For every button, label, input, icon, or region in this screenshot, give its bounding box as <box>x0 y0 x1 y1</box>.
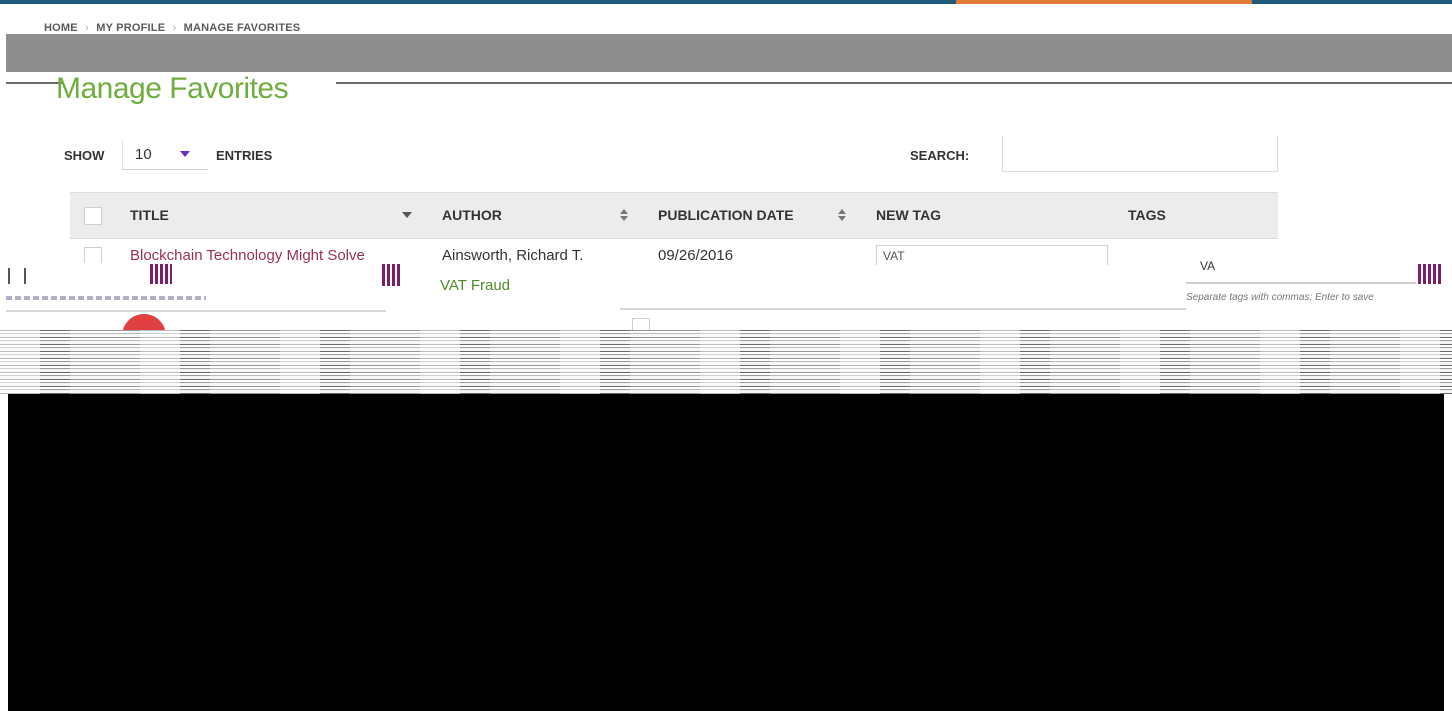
row-checkbox[interactable] <box>632 318 650 330</box>
row-checkbox[interactable] <box>84 247 102 263</box>
glitch-bars <box>150 264 172 284</box>
entries-label: ENTRIES <box>216 148 273 163</box>
tag-pill[interactable]: VAT Fraud <box>440 277 510 294</box>
tag-value: VA <box>1200 259 1216 273</box>
table-controls: SHOW 10 ENTRIES SEARCH: <box>64 136 1278 174</box>
column-header-author[interactable]: AUTHOR <box>442 207 502 223</box>
row-author: Ainsworth, Richard T. <box>442 247 584 264</box>
breadcrumb-separator: › <box>172 22 177 34</box>
glitch-line <box>6 310 386 312</box>
row-title-link[interactable]: Blockchain Technology Might Solve <box>130 247 422 264</box>
sort-icon[interactable] <box>620 209 628 221</box>
search-input[interactable] <box>1002 136 1278 172</box>
column-header-tags: TAGS <box>1128 207 1166 223</box>
column-header-title[interactable]: TITLE <box>130 207 169 223</box>
row-title-cell: Blockchain Technology Might Solve <box>130 247 422 268</box>
sort-icon[interactable] <box>838 209 846 221</box>
show-label: SHOW <box>64 148 105 163</box>
entries-select[interactable]: 10 <box>122 140 208 170</box>
title-rule-right <box>336 82 1452 84</box>
breadcrumb-separator: › <box>85 22 89 34</box>
glitch-bars <box>1418 264 1442 284</box>
top-accent-bar <box>0 0 1452 4</box>
page-title: Manage Favorites <box>56 72 289 105</box>
glitch-tick <box>24 268 26 284</box>
glitch-bars <box>382 264 402 286</box>
glitch-line <box>620 308 1186 310</box>
glitch-text-smear <box>6 296 206 300</box>
column-header-publication-date[interactable]: PUBLICATION DATE <box>658 207 794 223</box>
top-accent-highlight <box>956 0 1252 4</box>
table-row: Blockchain Technology Might Solve Ainswo… <box>70 238 1278 265</box>
chevron-down-icon <box>180 151 190 157</box>
title-rule-left <box>6 82 62 84</box>
new-tag-input[interactable] <box>876 245 1108 265</box>
tag-input-underline <box>1186 282 1416 284</box>
column-header-new-tag: NEW TAG <box>876 207 942 223</box>
search-label: SEARCH: <box>910 148 970 163</box>
unrendered-region <box>8 394 1444 711</box>
entries-select-value: 10 <box>135 146 152 163</box>
breadcrumb-current: MANAGE FAVORITES <box>183 22 301 34</box>
glitch-tick <box>8 268 10 284</box>
breadcrumb: HOME › MY PROFILE › MANAGE FAVORITES <box>44 22 300 34</box>
sort-descending-icon[interactable] <box>402 212 412 218</box>
glitch-row <box>0 266 1452 282</box>
render-glitch-band <box>6 34 1452 72</box>
breadcrumb-home[interactable]: HOME <box>44 22 78 34</box>
row-publication-date: 09/26/2016 <box>658 247 734 264</box>
favorites-table: TITLE AUTHOR PUBLICATION DATE NEW TAG TA… <box>70 192 1278 265</box>
glitch-stripes-overlay <box>0 330 1452 394</box>
select-all-checkbox[interactable] <box>84 207 102 225</box>
tag-input-hint: Separate tags with commas; Enter to save <box>1186 292 1374 303</box>
table-header-row: TITLE AUTHOR PUBLICATION DATE NEW TAG TA… <box>70 192 1278 238</box>
breadcrumb-my-profile[interactable]: MY PROFILE <box>96 22 165 34</box>
